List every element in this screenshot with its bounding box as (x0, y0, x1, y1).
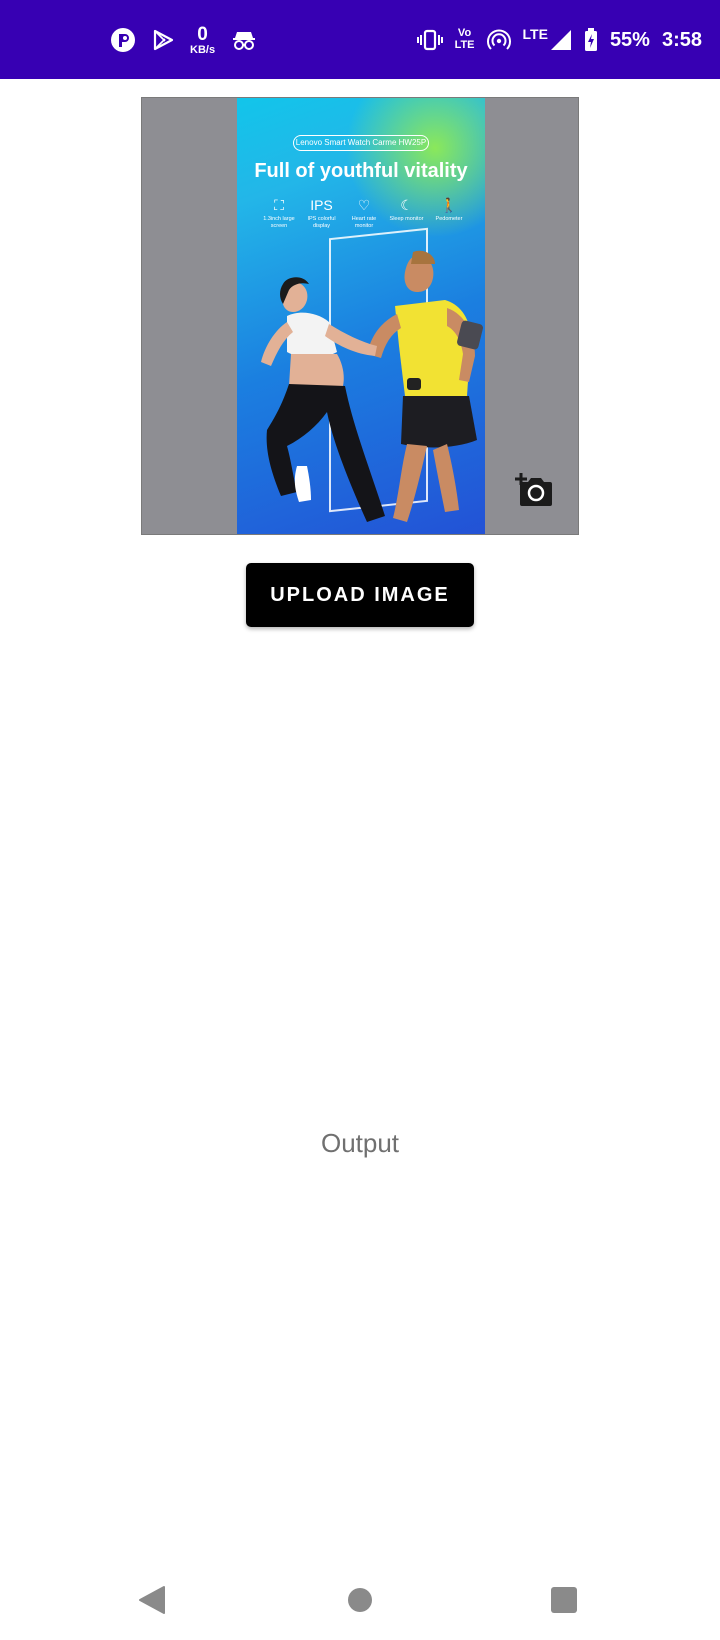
home-icon[interactable] (342, 1582, 378, 1618)
feature-label: IPS colorful display (307, 216, 336, 229)
poster-headline: Full of youthful vitality (254, 160, 468, 182)
screen-icon: ⛶ (274, 197, 284, 213)
poster-tag: Lenovo Smart Watch Carme HW25P (293, 135, 429, 151)
feature-label: Heart rate monitor (351, 216, 377, 229)
uploaded-image: Lenovo Smart Watch Carme HW25P Full of y… (237, 98, 485, 534)
net-speed-value: 0 (197, 23, 208, 45)
volte-icon: Vo LTE (455, 28, 475, 51)
status-bar: 0 KB/s Vo LTE LTE 55% 3:58 (0, 0, 720, 79)
upload-image-button[interactable]: UPLOAD IMAGE (246, 563, 474, 627)
lte-signal-icon: LTE (522, 26, 572, 51)
heart-icon: ♡ (357, 197, 371, 213)
battery-percent: 55% (609, 28, 650, 51)
app-icon (110, 27, 136, 53)
incognito-icon (231, 28, 257, 52)
recents-icon[interactable] (546, 1582, 582, 1618)
feature-label: 1.3inch large screen (263, 216, 295, 229)
output-label: Output (320, 1128, 400, 1158)
volte-line2: LTE (454, 39, 475, 51)
ips-icon: IPS (310, 197, 333, 213)
network-speed: 0 KB/s (190, 25, 215, 56)
clock: 3:58 (661, 28, 702, 51)
hotspot-icon (486, 28, 511, 52)
image-preview[interactable]: Lenovo Smart Watch Carme HW25P Full of y… (141, 97, 579, 535)
feature-label: Sleep monitor (389, 216, 424, 222)
female-runner-figure (261, 277, 385, 522)
battery-charging-icon (584, 28, 598, 52)
add-photo-icon[interactable] (512, 470, 556, 510)
feature-ips: IPS IPS colorful display (302, 196, 342, 229)
vibrate-icon (416, 29, 443, 51)
moon-icon: ☾ (400, 197, 413, 213)
feature-row: ⛶ 1.3inch large screen IPS IPS colorful … (259, 196, 469, 229)
lte-label: LTE (522, 26, 548, 42)
feature-heart-rate: ♡ Heart rate monitor (344, 196, 384, 229)
feature-screen: ⛶ 1.3inch large screen (259, 196, 299, 229)
play-store-icon (152, 29, 174, 51)
net-speed-unit: KB/s (190, 43, 216, 56)
feature-pedometer: 🚶 Pedometer (429, 196, 469, 229)
walking-icon: 🚶 (440, 197, 458, 213)
navigation-bar (0, 1570, 720, 1630)
back-icon[interactable] (134, 1582, 170, 1618)
feature-sleep: ☾ Sleep monitor (387, 196, 427, 229)
feature-label: Pedometer (435, 216, 463, 222)
